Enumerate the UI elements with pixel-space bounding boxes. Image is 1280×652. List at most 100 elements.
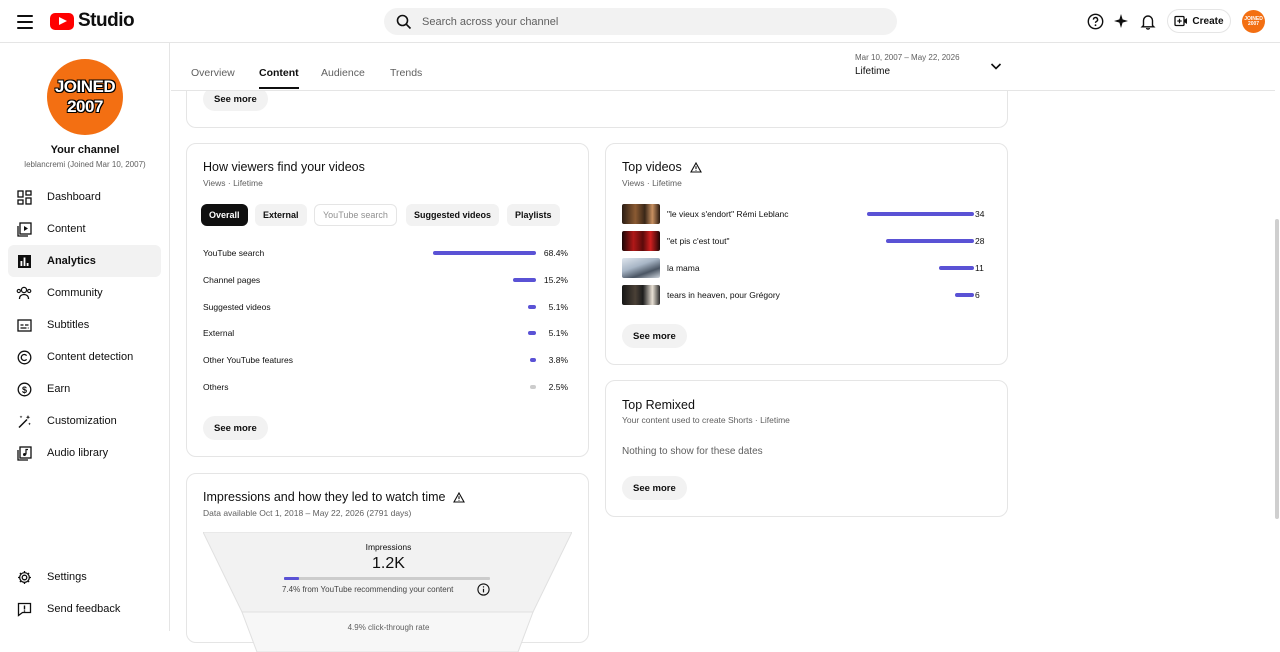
- video-title[interactable]: tears in heaven, pour Grégory: [667, 290, 780, 300]
- sidebar-item-analytics[interactable]: Analytics: [8, 245, 161, 277]
- see-more-button[interactable]: See more: [203, 416, 268, 440]
- chip-external[interactable]: External: [255, 204, 307, 226]
- sidebar-item-audio-library[interactable]: Audio library: [8, 437, 161, 469]
- analytics-tabs: Overview Content Audience Trends Mar 10,…: [171, 43, 1275, 91]
- sparkle-icon[interactable]: [1111, 11, 1131, 31]
- card-subtitle: Your content used to create Shorts · Lif…: [622, 415, 790, 425]
- sidebar-item-dashboard[interactable]: Dashboard: [8, 181, 161, 213]
- card-title: Top Remixed: [622, 398, 695, 412]
- video-views-bar: [939, 266, 974, 270]
- card-subtitle: Views · Lifetime: [203, 178, 263, 188]
- menu-icon[interactable]: [14, 11, 36, 33]
- traffic-row: YouTube search 68.4%: [203, 248, 568, 258]
- bell-icon[interactable]: [1138, 11, 1158, 31]
- info-icon[interactable]: [477, 583, 490, 596]
- card-title: Impressions and how they led to watch ti…: [203, 490, 466, 504]
- chip-overall[interactable]: Overall: [201, 204, 248, 226]
- sidebar-item-label: Send feedback: [47, 603, 121, 615]
- top-remixed-card: Top Remixed Your content used to create …: [605, 380, 1008, 517]
- video-title[interactable]: "le vieux s'endort" Rémi Leblanc: [667, 209, 789, 219]
- page-scrollbar[interactable]: [1275, 219, 1279, 519]
- avatar-line-1: JOINED: [54, 77, 116, 96]
- traffic-row: Suggested videos 5.1%: [203, 302, 568, 312]
- traffic-bar: [530, 358, 536, 362]
- recommend-progress: [284, 577, 490, 580]
- subtitles-icon: [16, 317, 32, 333]
- community-icon: [16, 285, 32, 301]
- card-title: Top videos: [622, 160, 702, 174]
- top-bar: Studio Search across your channel Create…: [0, 0, 1280, 43]
- chip-playlists[interactable]: Playlists: [507, 204, 560, 226]
- copyright-icon: [16, 349, 32, 365]
- top-videos-card: Top videos Views · Lifetime "le vieux s'…: [605, 143, 1008, 365]
- video-thumbnail[interactable]: [622, 204, 660, 224]
- sidebar-item-customization[interactable]: Customization: [8, 405, 161, 437]
- sidebar-item-label: Audio library: [47, 447, 109, 459]
- help-icon[interactable]: [1085, 11, 1105, 31]
- channel-subtitle: leblancremi (Joined Mar 10, 2007): [24, 160, 146, 169]
- chip-suggested-videos[interactable]: Suggested videos: [406, 204, 500, 226]
- channel-title: Your channel: [50, 144, 120, 156]
- traffic-bar: [433, 251, 536, 255]
- video-row[interactable]: "le vieux s'endort" Rémi Leblanc 34: [622, 204, 987, 224]
- sidebar-item-settings[interactable]: Settings: [8, 561, 161, 593]
- video-title[interactable]: "et pis c'est tout": [667, 236, 729, 246]
- channel-avatar[interactable]: JOINED 2007: [47, 59, 123, 135]
- video-row[interactable]: "et pis c'est tout" 28: [622, 231, 987, 251]
- video-thumbnail[interactable]: [622, 258, 660, 278]
- search-input[interactable]: Search across your channel: [384, 8, 897, 35]
- impressions-value: 1.2K: [372, 555, 405, 572]
- video-views-bar: [955, 293, 974, 297]
- sidebar-item-subtitles[interactable]: Subtitles: [8, 309, 161, 341]
- traffic-sources-card: How viewers find your videos Views · Lif…: [186, 143, 589, 457]
- sidebar-item-community[interactable]: Community: [8, 277, 161, 309]
- tab-audience[interactable]: Audience: [321, 67, 365, 79]
- create-button[interactable]: Create: [1167, 9, 1231, 33]
- create-label: Create: [1192, 15, 1224, 27]
- dashboard-icon: [16, 189, 32, 205]
- account-avatar[interactable]: JOINED 2007: [1242, 10, 1265, 33]
- traffic-bar: [528, 331, 536, 335]
- sidebar-item-label: Content: [47, 223, 86, 235]
- sidebar-item-label: Earn: [47, 383, 71, 395]
- search-icon: [396, 14, 412, 29]
- chevron-down-icon[interactable]: [989, 59, 1003, 73]
- studio-logo[interactable]: Studio: [50, 10, 135, 32]
- date-range-text: Mar 10, 2007 – May 22, 2026: [855, 53, 960, 62]
- date-range-value[interactable]: Lifetime: [855, 66, 890, 77]
- logo-text: Studio: [78, 10, 135, 31]
- chip-youtube-search[interactable]: YouTube search: [314, 204, 397, 226]
- analytics-icon: [16, 253, 32, 269]
- sidebar-item-send-feedback[interactable]: Send feedback: [8, 593, 161, 625]
- video-views: 6: [975, 290, 980, 300]
- impressions-label: Impressions: [365, 542, 412, 552]
- video-views: 34: [975, 209, 985, 219]
- tab-content[interactable]: Content: [259, 67, 299, 89]
- traffic-row: External 5.1%: [203, 328, 568, 338]
- sidebar-item-earn[interactable]: $ Earn: [8, 373, 161, 405]
- sidebar-item-label: Content detection: [47, 351, 134, 363]
- content-icon: [16, 221, 32, 237]
- video-views-bar: [885, 239, 974, 243]
- sidebar-item-label: Settings: [47, 571, 87, 583]
- avatar-line-2: 2007: [67, 97, 103, 116]
- sidebar-item-content[interactable]: Content: [8, 213, 161, 245]
- video-thumbnail[interactable]: [622, 285, 660, 305]
- video-row[interactable]: tears in heaven, pour Grégory 6: [622, 285, 987, 305]
- see-more-button[interactable]: See more: [622, 476, 687, 500]
- recommend-text: 7.4% from YouTube recommending your cont…: [282, 585, 454, 594]
- video-thumbnail[interactable]: [622, 231, 660, 251]
- customization-icon: [16, 413, 32, 429]
- video-title[interactable]: la mama: [667, 263, 700, 273]
- sidebar-item-content-detection[interactable]: Content detection: [8, 341, 161, 373]
- warning-icon[interactable]: [689, 161, 702, 173]
- traffic-row: Channel pages 15.2%: [203, 275, 568, 285]
- tab-trends[interactable]: Trends: [390, 67, 422, 79]
- video-row[interactable]: la mama 11: [622, 258, 987, 278]
- warning-icon[interactable]: [453, 491, 466, 503]
- tab-overview[interactable]: Overview: [191, 67, 235, 79]
- see-more-button[interactable]: See more: [622, 324, 687, 348]
- sidebar-item-label: Subtitles: [47, 319, 90, 331]
- card-subtitle: Views · Lifetime: [622, 178, 682, 188]
- card-title: How viewers find your videos: [203, 160, 365, 174]
